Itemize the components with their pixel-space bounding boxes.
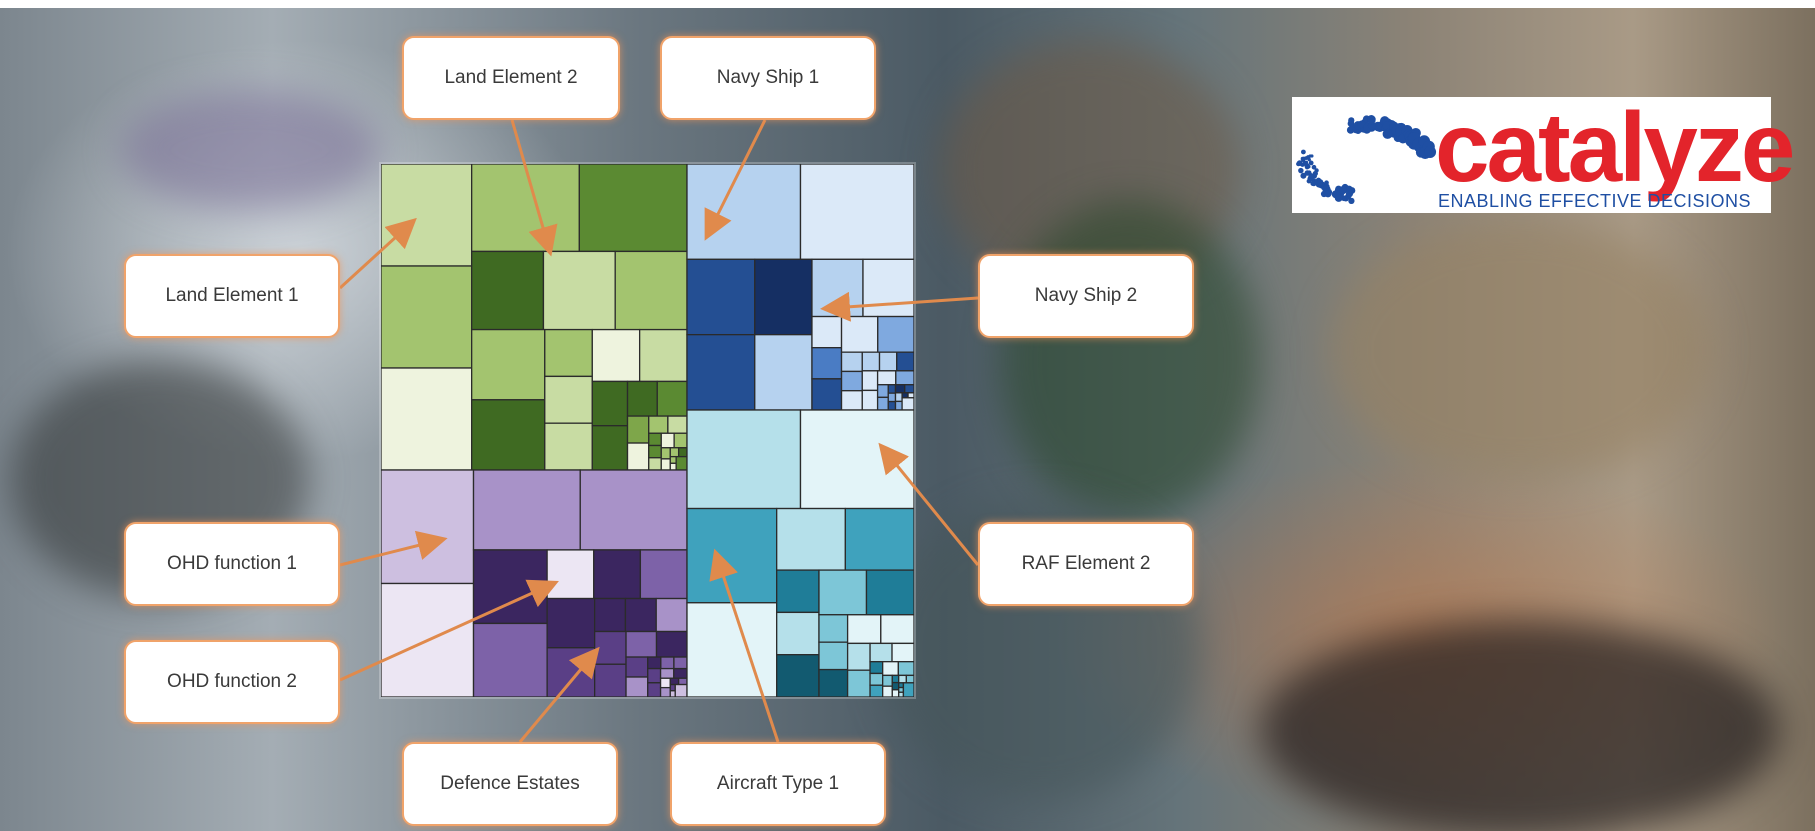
logo-tagline: ENABLING EFFECTIVE DECISIONS (1438, 191, 1752, 211)
logo-dot (1314, 168, 1319, 173)
arrow-ohd-function-1 (339, 530, 448, 567)
callout-ohd-function-2: OHD function 2 (124, 640, 340, 724)
logo-dot (1298, 167, 1304, 174)
logo-dot (1324, 190, 1332, 198)
logo-dot (1300, 156, 1305, 161)
arrow-raf-element-2 (878, 442, 980, 566)
background-collage: Land Element 2 Navy Ship 1 Land Element … (0, 0, 1815, 831)
logo-dot (1324, 180, 1329, 186)
logo-dot (1348, 197, 1355, 204)
logo-dot (1317, 179, 1324, 186)
callout-defence-estates: Defence Estates (402, 742, 618, 826)
callout-raf-element-2: RAF Element 2 (978, 522, 1194, 606)
logo-dot (1348, 187, 1356, 194)
arrow-land-element-1 (338, 217, 417, 290)
callout-land-element-2: Land Element 2 (402, 36, 620, 120)
logo-dot (1347, 120, 1355, 127)
catalyze-logo: catalyze ENABLING EFFECTIVE DECISIONS (1292, 92, 1795, 213)
logo-dot (1308, 174, 1315, 181)
logo-dot (1308, 160, 1314, 166)
arrow-navy-ship-2 (820, 291, 979, 322)
arrow-ohd-function-2 (339, 579, 559, 682)
logo-wordmark: catalyze (1435, 92, 1795, 202)
arrow-land-element-2 (510, 119, 558, 257)
arrow-defence-estates (518, 646, 600, 743)
callout-navy-ship-1: Navy Ship 1 (660, 36, 876, 120)
arrow-aircraft-type-1 (709, 548, 780, 743)
arrow-navy-ship-1 (704, 119, 767, 241)
logo-dot (1296, 160, 1303, 167)
logo-dot-swoosh (1296, 115, 1437, 204)
callout-ohd-function-1: OHD function 1 (124, 522, 340, 606)
callout-land-element-1: Land Element 1 (124, 254, 340, 338)
logo-dot (1304, 164, 1310, 170)
logo-dot (1382, 128, 1393, 139)
logo-dot (1334, 194, 1343, 202)
callout-navy-ship-2: Navy Ship 2 (978, 254, 1194, 338)
logo-dot (1304, 156, 1308, 160)
callout-aircraft-type-1: Aircraft Type 1 (670, 742, 886, 826)
logo-dot (1367, 116, 1376, 125)
logo-dot (1300, 149, 1306, 155)
logo-dot (1338, 186, 1348, 195)
